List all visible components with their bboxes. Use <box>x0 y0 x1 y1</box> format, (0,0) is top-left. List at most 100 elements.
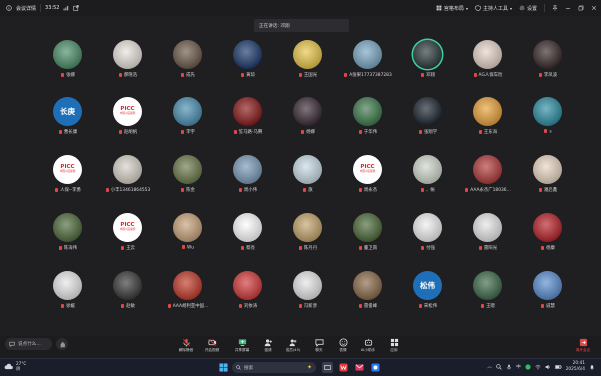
participant-tile[interactable]: 董卫南 <box>338 213 398 271</box>
app-meeting-icon[interactable] <box>370 362 381 373</box>
participant-avatar: PICC 中国人民保险 <box>53 155 82 184</box>
participant-tile[interactable]: PICC 中国人民保险 周永杰 <box>338 155 398 213</box>
meeting-details-link[interactable]: 会议详情 <box>16 5 36 12</box>
participant-tile[interactable]: 李宇 <box>158 97 218 155</box>
external-link-icon[interactable] <box>73 5 80 11</box>
app-mail-icon[interactable] <box>354 362 365 373</box>
raise-hand-button[interactable] <box>56 338 68 350</box>
participant-name-row: 曹长康 <box>38 129 98 135</box>
toolbar-button-apps[interactable]: 应用 <box>381 337 407 357</box>
participant-tile[interactable]: PICC 中国人民保险 赵胡帆 <box>98 97 158 155</box>
participant-tile[interactable]: 徐媛 <box>38 271 98 329</box>
participant-tile[interactable]: 张翔学 <box>398 97 458 155</box>
toolbar-button-members[interactable]: 成员(45) <box>280 337 306 357</box>
participant-avatar <box>233 155 262 184</box>
participant-tile[interactable]: 潘启鑫 <box>518 155 578 213</box>
participant-tile[interactable]: 赵敏 <box>98 271 158 329</box>
participant-tile[interactable]: 、帐 <box>398 155 458 213</box>
picc-logo-subtitle: 中国人民保险 <box>119 112 136 116</box>
search-tray-icon[interactable] <box>496 363 502 370</box>
participant-name: 人保--李勇 <box>60 188 81 193</box>
participant-tile[interactable]: 刘依涛 <box>218 271 278 329</box>
participant-tile[interactable]: 王东海 <box>458 97 518 155</box>
avatar-photo <box>533 271 562 300</box>
toolbar-button-ai-assistant[interactable]: AI小助手 <box>355 337 381 357</box>
info-icon[interactable] <box>6 5 12 11</box>
task-view-icon[interactable] <box>322 362 333 373</box>
start-button[interactable] <box>218 362 229 373</box>
ime-indicator[interactable]: 中 <box>516 364 521 370</box>
search-placeholder: 搜索 <box>244 365 254 371</box>
battery-icon[interactable] <box>554 364 562 370</box>
participant-tile[interactable]: PICC 中国人民保险 王云 <box>98 213 158 271</box>
participant-tile[interactable]: 松伟 宋松伟 <box>398 271 458 329</box>
participant-tile[interactable]: 冯新彦 <box>278 271 338 329</box>
wifi-icon[interactable] <box>535 364 541 370</box>
settings-button[interactable]: 设置 <box>519 5 537 12</box>
participant-tile[interactable]: 周小伟 <box>218 155 278 213</box>
participant-tile[interactable]: A张果17737387283 <box>338 40 398 98</box>
toolbar-button-microphone[interactable]: 解除静音 <box>173 337 199 357</box>
participant-tile[interactable]: 付强 <box>398 213 458 271</box>
wechat-icon[interactable] <box>525 363 531 370</box>
participant-tile[interactable]: 于华伟 <box>338 97 398 155</box>
weather-widget[interactable]: 27°C 阴 <box>4 361 26 371</box>
taskbar-search[interactable]: 搜索 ✦ <box>232 362 316 373</box>
participant-tile[interactable]: AAA胡利亚中国... <box>158 271 218 329</box>
toolbar-button-emoji[interactable]: 表情 <box>330 337 356 357</box>
participant-name: AAA胡利亚中国... <box>172 304 209 309</box>
speaker-icon[interactable] <box>545 364 551 370</box>
participant-tile[interactable]: PICC 中国人民保险人保--李勇 <box>38 155 98 213</box>
leave-meeting-button[interactable]: 离开会议 <box>570 337 596 357</box>
participant-tile[interactable]: Wu <box>158 213 218 271</box>
participant-tile[interactable]: 杨康 <box>518 213 578 271</box>
restore-icon[interactable] <box>578 5 584 11</box>
host-tools-button[interactable]: 主持人工具 ▾ <box>475 5 512 12</box>
signal-bars-icon[interactable] <box>63 5 69 11</box>
microphone-tray-icon[interactable] <box>506 364 512 370</box>
toolbar-button-add-user[interactable]: 邀请 <box>255 337 281 357</box>
participant-tile[interactable]: AG人保车险 <box>458 40 518 98</box>
participant-tile[interactable]: 郝晓浩 <box>98 40 158 98</box>
layout-menu-button[interactable]: 宫格布局 ▾ <box>436 5 468 12</box>
participant-tile[interactable]: 陈金 <box>158 155 218 213</box>
participant-tile[interactable]: 成先 <box>158 40 218 98</box>
participant-name: 付强 <box>426 246 435 251</box>
participant-tile[interactable]: 长庚 曹长康 <box>38 97 98 155</box>
participant-tile[interactable]: 笙马路-马腾 <box>218 97 278 155</box>
participant-tile[interactable]: s <box>518 97 578 155</box>
participant-tile[interactable]: 雷阳光 <box>458 213 518 271</box>
participant-name-row: 徐媛 <box>38 303 98 309</box>
clock[interactable]: 20:41 2025/6/4 <box>566 361 585 372</box>
participant-tile[interactable]: 邓翔 <box>398 40 458 98</box>
participant-tile[interactable]: 戚慧 <box>518 271 578 329</box>
participant-tile[interactable]: AAA永杰广18036... <box>458 155 518 213</box>
minimize-icon[interactable] <box>565 5 571 11</box>
toolbar-button-chat[interactable]: 聊天 <box>306 337 332 357</box>
toolbar-button-share-screen[interactable]: 共享屏幕 <box>229 337 255 357</box>
muted-mic-icon <box>358 129 362 134</box>
participant-name-row: A张果17737387283 <box>338 72 398 78</box>
participant-tile[interactable]: 王嗯 <box>458 271 518 329</box>
chat-quick-input[interactable]: 说点什么... <box>5 338 52 350</box>
avatar-photo <box>173 155 202 184</box>
participant-tile[interactable]: 杨娜 <box>278 97 338 155</box>
participant-tile[interactable]: 旗 <box>278 155 338 213</box>
avatar-photo <box>233 271 262 300</box>
participant-tile[interactable]: 小丰13461864553 <box>98 155 158 213</box>
pin-icon[interactable] <box>552 5 558 11</box>
participant-tile[interactable]: 李凤波 <box>518 40 578 98</box>
app-wps-icon[interactable] <box>338 362 349 373</box>
participant-tile[interactable]: 蔡亮 <box>218 213 278 271</box>
participant-name: 陈金 <box>186 188 195 193</box>
close-icon[interactable] <box>591 5 597 11</box>
participant-tile[interactable]: 雷俊峰 <box>338 271 398 329</box>
participant-tile[interactable]: 王国光 <box>278 40 338 98</box>
participant-tile[interactable]: 陈丹丹 <box>278 213 338 271</box>
participant-tile[interactable]: 张娜 <box>38 40 98 98</box>
chevron-up-icon[interactable]: ︿ <box>487 363 492 370</box>
toolbar-button-camera[interactable]: 开启视频 <box>199 337 225 357</box>
participant-tile[interactable]: 陈海伟 <box>38 213 98 271</box>
participant-tile[interactable]: 黄琼 <box>218 40 278 98</box>
notification-bell-icon[interactable] <box>589 364 595 370</box>
